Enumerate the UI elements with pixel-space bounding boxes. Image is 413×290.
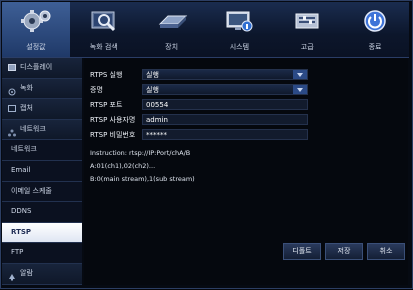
sidebar-item-label: 네트워크 <box>20 124 46 133</box>
instruction-stream-line: B:0(main stream),1(sub stream) <box>90 175 195 183</box>
sidebar-item-network[interactable]: 네트워크 <box>2 140 82 161</box>
rtsp-enable-row: RTPS 실행 실행 <box>90 69 308 80</box>
tab-record-search[interactable]: 녹화 검색 <box>70 2 138 57</box>
auth-select[interactable]: 실행 <box>142 84 308 95</box>
rtsp-enable-value: 실행 <box>146 71 159 79</box>
advanced-icon <box>292 8 322 34</box>
password-label: RTSP 비밀번호 <box>90 130 136 139</box>
sidebar-item-ddns[interactable]: DDNS <box>2 202 82 223</box>
cancel-button[interactable]: 취소 <box>367 243 405 260</box>
sidebar-item-alarm[interactable]: 알람 <box>2 263 82 285</box>
sidebar-item-label: Email <box>11 165 31 174</box>
sidebar-item-label: 디스플레이 <box>20 63 53 71</box>
tab-system[interactable]: 시스템 <box>205 2 273 57</box>
sidebar-item-ftp[interactable]: FTP <box>2 243 82 264</box>
password-row: RTSP 비밀번호 ****** <box>90 129 308 140</box>
sidebar-item-label: RTSP <box>11 227 32 236</box>
port-label: RTSP 포트 <box>90 100 123 109</box>
gears-icon <box>18 8 54 34</box>
tab-device-label: 장치 <box>165 43 179 51</box>
monitor-info-icon <box>224 8 254 34</box>
sidebar-item-email[interactable]: Email <box>2 160 82 182</box>
capture-icon <box>8 105 16 113</box>
sidebar-item-display[interactable]: 디스플레이 <box>2 58 82 79</box>
auth-row: 증명 실행 <box>90 84 308 95</box>
default-button[interactable]: 디폴트 <box>283 243 321 260</box>
sidebar-item-record[interactable]: 녹화 <box>2 78 82 100</box>
auth-value: 실행 <box>146 86 159 94</box>
tab-exit-label: 종료 <box>368 43 382 51</box>
tab-device[interactable]: 장치 <box>138 2 206 57</box>
instruction-channel-line: A:01(ch1),02(ch2)... <box>90 162 156 170</box>
power-icon <box>362 8 388 34</box>
rtsp-enable-select[interactable]: 실행 <box>142 69 308 80</box>
tab-settings[interactable]: 설정값 <box>2 2 70 57</box>
auth-label: 증명 <box>90 85 103 94</box>
sidebar-item-label: DDNS <box>11 207 32 216</box>
sidebar-item-label: 네트워크 <box>11 145 37 154</box>
username-input[interactable]: admin <box>142 114 308 125</box>
rtsp-enable-label: RTPS 실행 <box>90 70 123 79</box>
save-button[interactable]: 저장 <box>325 243 363 260</box>
tab-exit[interactable]: 종료 <box>341 2 409 57</box>
chevron-down-icon <box>293 85 307 94</box>
display-icon <box>8 64 16 72</box>
port-row: RTSP 포트 00554 <box>90 99 308 110</box>
tab-settings-label: 설정값 <box>26 43 46 51</box>
port-input[interactable]: 00554 <box>142 99 308 110</box>
user-row: RTSP 사용자명 admin <box>90 114 308 125</box>
instruction-line: Instruction: rtsp://IP:Port/chA/B <box>90 149 191 157</box>
sidebar-item-rtsp[interactable]: RTSP <box>2 222 82 244</box>
tab-advanced[interactable]: 고급 <box>273 2 341 57</box>
sidebar-item-label: FTP <box>11 248 24 257</box>
alarm-icon <box>8 270 16 281</box>
sidebar-item-label: 알람 <box>20 268 33 277</box>
sidebar-item-label: 녹화 <box>20 83 33 92</box>
search-icon <box>89 8 119 34</box>
record-icon <box>8 85 16 96</box>
user-label: RTSP 사용자명 <box>90 115 136 124</box>
top-menu-bar: 설정값 녹화 검색 장치 시스템 고급 종료 <box>2 2 409 58</box>
sidebar-item-network-group[interactable]: 네트워크 <box>2 119 82 141</box>
sidebar-item-label: 이메일 스케줄 <box>11 186 52 195</box>
sidebar-item-capture[interactable]: 캡처 <box>2 99 82 120</box>
tab-system-label: 시스템 <box>229 43 250 51</box>
sidebar-item-email-schedule[interactable]: 이메일 스케줄 <box>2 181 82 203</box>
tab-record-search-label: 녹화 검색 <box>89 43 118 51</box>
tab-advanced-label: 고급 <box>300 43 314 51</box>
settings-sidebar: 디스플레이 녹화 캡처 네트워크 네트워크 Email 이메일 스케줄 DDNS… <box>2 58 82 285</box>
sidebar-item-label: 캡처 <box>20 104 33 113</box>
password-input[interactable]: ****** <box>142 129 308 140</box>
hdd-icon <box>156 8 188 34</box>
chevron-down-icon <box>293 70 307 79</box>
network-icon <box>8 126 16 137</box>
